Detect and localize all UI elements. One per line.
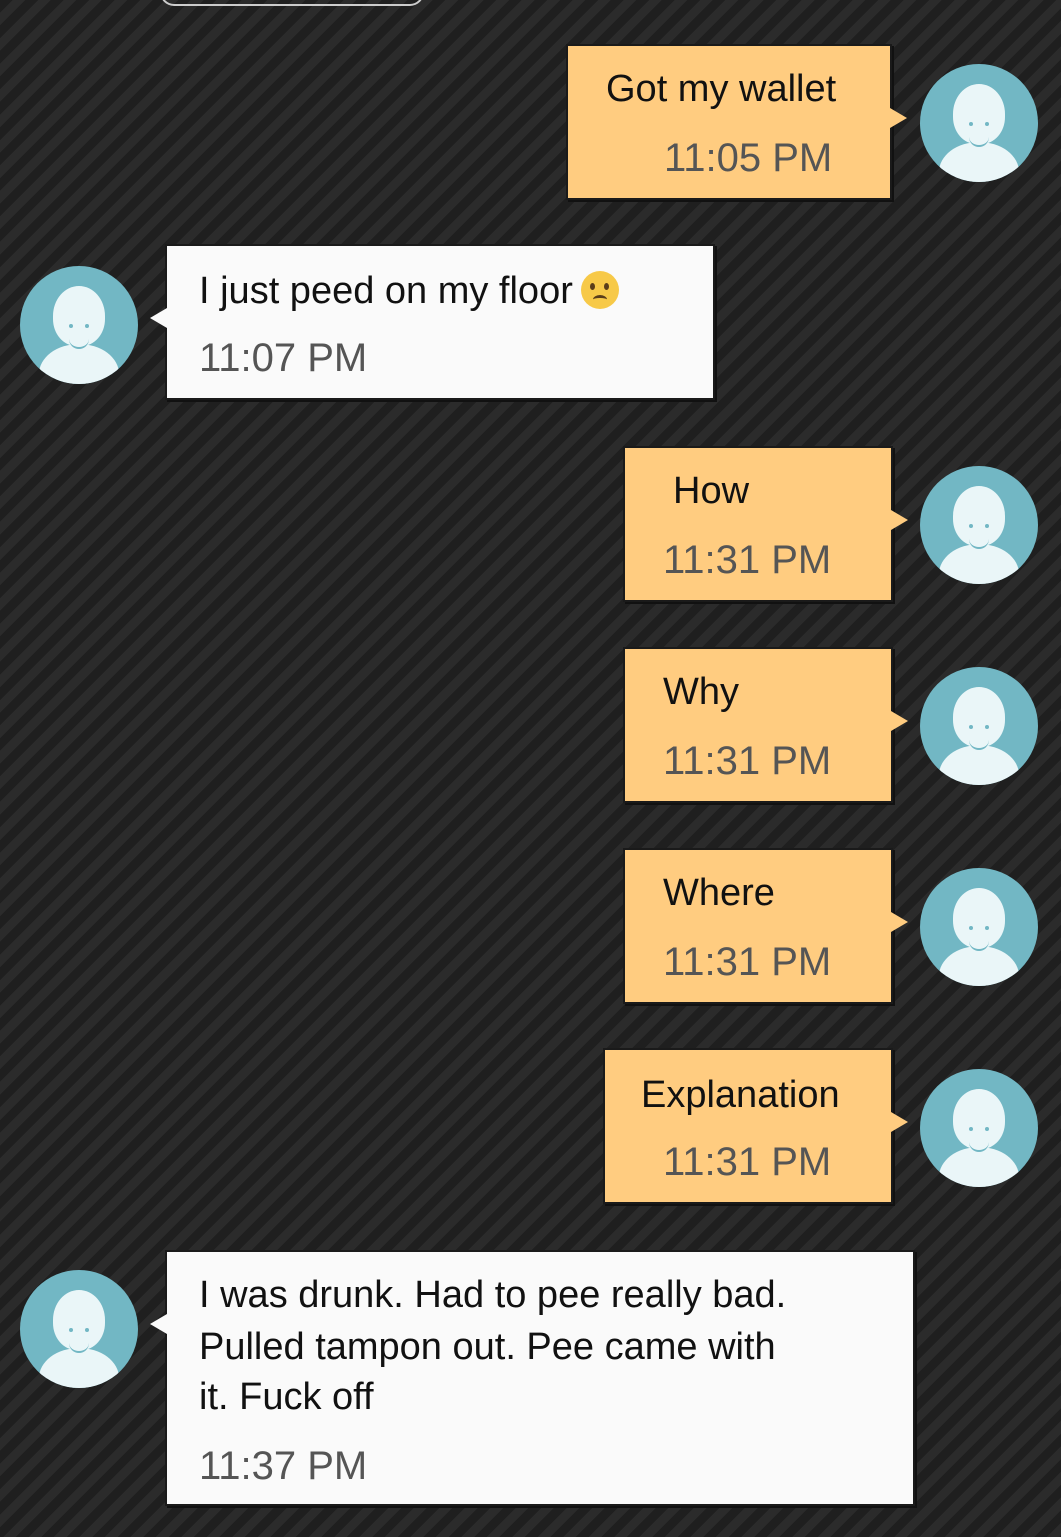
message-bubble-sent[interactable]: Where 11:31 PM: [623, 848, 908, 1004]
message-text-line: Pulled tampon out. Pee came with: [199, 1326, 776, 1368]
message-text: Got my wallet: [606, 68, 837, 110]
message-time: 11:31 PM: [663, 739, 832, 783]
contact-avatar[interactable]: [20, 266, 138, 384]
bubble-tail: [891, 711, 908, 731]
message-bubble-sent[interactable]: Explanation 11:31 PM: [603, 1048, 908, 1204]
previous-message-edge: [160, 0, 424, 6]
contact-avatar[interactable]: [920, 667, 1038, 785]
message-bubble-received[interactable]: I was drunk. Had to pee really bad. Pull…: [150, 1250, 915, 1506]
bubble-tail: [891, 510, 908, 530]
message-time: 11:31 PM: [663, 940, 832, 984]
contact-avatar[interactable]: [920, 868, 1038, 986]
message-time: 11:37 PM: [199, 1444, 368, 1488]
message-text-line: it. Fuck off: [199, 1376, 374, 1418]
message-text: Explanation: [641, 1074, 840, 1116]
contact-avatar[interactable]: [920, 1069, 1038, 1187]
contact-avatar[interactable]: [920, 64, 1038, 182]
message-bubble-sent[interactable]: Why 11:31 PM: [623, 647, 908, 803]
bubble-tail: [150, 308, 167, 328]
bubble-tail: [890, 108, 907, 128]
contact-avatar[interactable]: [920, 466, 1038, 584]
message-text-line: I was drunk. Had to pee really bad.: [199, 1274, 787, 1316]
message-time: 11:07 PM: [199, 336, 368, 380]
message-bubble-sent[interactable]: How 11:31 PM: [623, 446, 908, 602]
bubble-tail: [150, 1314, 167, 1334]
message-bubble-sent[interactable]: Got my wallet 11:05 PM: [566, 44, 907, 200]
message-text-content: I just peed on my floor: [199, 270, 573, 312]
message-text: I just peed on my floor: [199, 266, 619, 316]
message-time: 11:05 PM: [664, 136, 833, 180]
message-time: 11:31 PM: [663, 538, 832, 582]
message-text: How: [673, 470, 750, 512]
message-time: 11:31 PM: [663, 1140, 832, 1184]
message-bubble-received[interactable]: I just peed on my floor 11:07 PM: [150, 244, 715, 400]
bubble-tail: [891, 912, 908, 932]
message-text: Why: [663, 671, 739, 713]
contact-avatar[interactable]: [20, 1270, 138, 1388]
bubble-tail: [891, 1112, 908, 1132]
worried-face-emoji-icon: [580, 271, 619, 309]
message-text: Where: [663, 872, 775, 914]
